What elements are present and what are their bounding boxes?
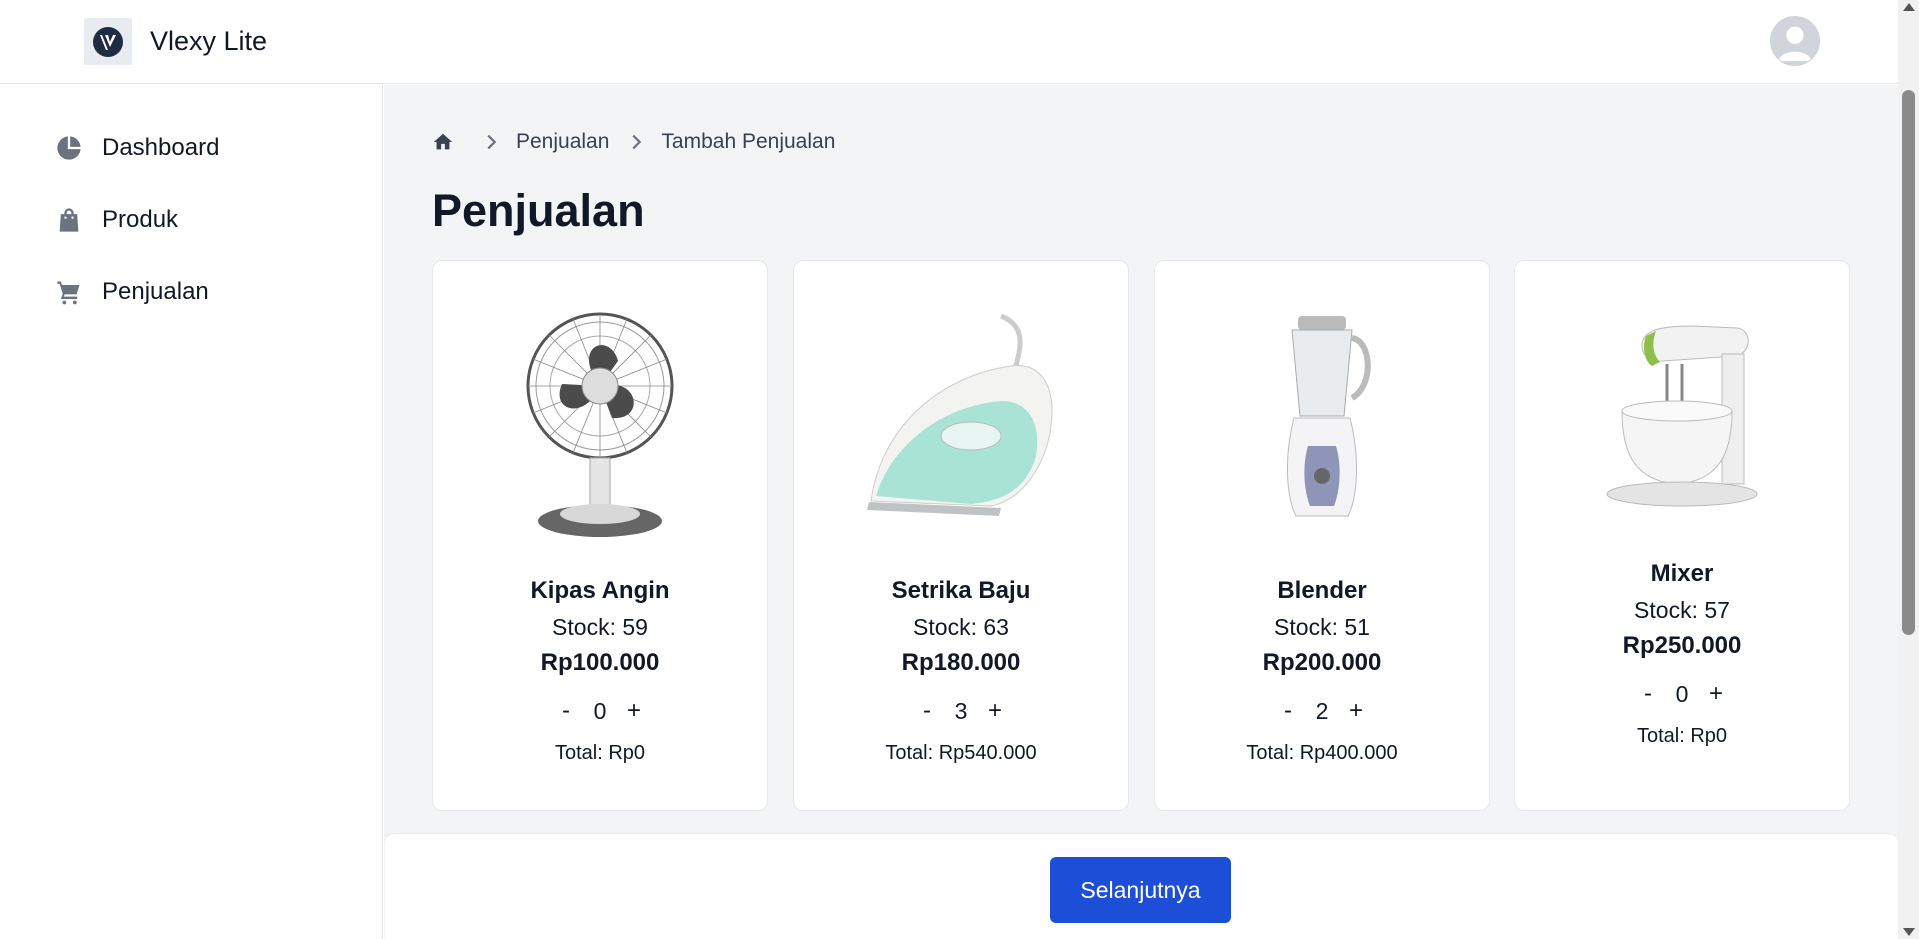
fan-image [433, 306, 767, 546]
product-name: Blender [1277, 577, 1367, 604]
user-avatar-icon[interactable] [1770, 16, 1820, 66]
product-price: Rp180.000 [901, 649, 1021, 676]
pie-chart-icon [54, 133, 84, 163]
product-card: Setrika Baju Stock: 63 Rp180.000 - 3 + T… [793, 260, 1129, 811]
product-card: Mixer Stock: 57 Rp250.000 - 0 + Total: R… [1514, 260, 1850, 811]
product-stock: Stock: 57 [1634, 597, 1730, 623]
home-icon[interactable] [432, 131, 454, 153]
chevron-right-icon [487, 134, 497, 150]
product-card: Blender Stock: 51 Rp200.000 - 2 + Total:… [1154, 260, 1490, 811]
app-title: Vlexy Lite [150, 26, 268, 56]
shopping-bag-icon [54, 205, 84, 235]
sidebar-item-label: Produk [102, 206, 179, 233]
product-stock: Stock: 59 [552, 614, 648, 640]
product-price: Rp100.000 [540, 649, 660, 676]
increment-button[interactable]: + [1701, 678, 1731, 710]
product-stock: Stock: 51 [1274, 614, 1370, 640]
next-button[interactable]: Selanjutnya [1050, 857, 1231, 923]
sidebar-item-penjualan[interactable]: Penjualan [54, 274, 209, 310]
sidebar-item-label: Penjualan [102, 278, 209, 305]
top-header: Vlexy Lite [0, 0, 1898, 84]
action-footer: Selanjutnya [385, 833, 1898, 939]
vertical-scrollbar[interactable] [1898, 0, 1919, 939]
quantity-stepper: - 3 + [794, 693, 1128, 729]
product-total: Total: Rp540.000 [885, 742, 1037, 764]
product-price: Rp250.000 [1622, 632, 1742, 659]
product-card: Kipas Angin Stock: 59 Rp100.000 - 0 + To… [432, 260, 768, 811]
quantity-value: 0 [593, 697, 607, 724]
breadcrumb-link-penjualan[interactable]: Penjualan [516, 130, 609, 154]
page-title: Penjualan [432, 185, 645, 236]
sidebar-item-produk[interactable]: Produk [54, 202, 178, 238]
quantity-stepper: - 0 + [433, 693, 767, 729]
breadcrumb-current: Tambah Penjualan [661, 130, 836, 153]
product-price: Rp200.000 [1262, 649, 1382, 676]
decrement-button[interactable]: - [912, 695, 942, 727]
quantity-value: 0 [1675, 680, 1689, 707]
scroll-up-arrow-icon[interactable] [1903, 3, 1915, 11]
mixer-image [1515, 306, 1849, 546]
scrollbar-thumb[interactable] [1902, 90, 1915, 635]
increment-button[interactable]: + [1341, 695, 1371, 727]
quantity-stepper: - 2 + [1155, 693, 1489, 729]
v-logo-icon[interactable] [84, 18, 132, 65]
increment-button[interactable]: + [980, 695, 1010, 727]
quantity-value: 3 [954, 697, 968, 724]
product-total: Total: Rp0 [1636, 725, 1728, 747]
sidebar-item-dashboard[interactable]: Dashboard [54, 130, 219, 166]
quantity-value: 2 [1315, 697, 1329, 724]
iron-image [794, 306, 1128, 546]
product-total: Total: Rp0 [554, 742, 646, 764]
quantity-stepper: - 0 + [1515, 676, 1849, 712]
blender-image [1155, 306, 1489, 546]
decrement-button[interactable]: - [1633, 678, 1663, 710]
product-name: Setrika Baju [891, 577, 1031, 604]
sidebar: Dashboard Produk Penjualan [0, 85, 383, 939]
scroll-down-arrow-icon[interactable] [1903, 928, 1915, 936]
main-content: Penjualan Tambah Penjualan Penjualan Kip… [384, 85, 1898, 939]
product-name: Mixer [1650, 560, 1714, 587]
product-total: Total: Rp400.000 [1246, 742, 1398, 764]
sidebar-item-label: Dashboard [102, 134, 220, 161]
breadcrumb: Penjualan Tambah Penjualan [432, 127, 835, 157]
shopping-cart-icon [54, 277, 84, 307]
product-stock: Stock: 63 [913, 614, 1009, 640]
decrement-button[interactable]: - [551, 695, 581, 727]
increment-button[interactable]: + [619, 695, 649, 727]
product-name: Kipas Angin [530, 577, 670, 604]
decrement-button[interactable]: - [1273, 695, 1303, 727]
chevron-right-icon [632, 134, 642, 150]
